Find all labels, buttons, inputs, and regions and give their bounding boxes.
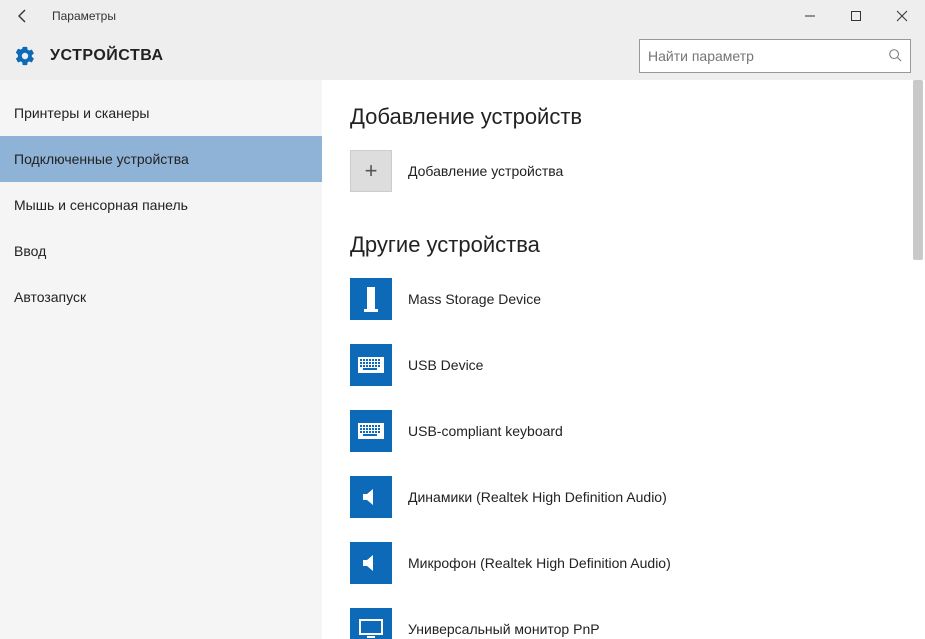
monitor-icon (350, 608, 392, 639)
section-other-title: Другие устройства (350, 232, 897, 258)
titlebar: Параметры (0, 0, 925, 32)
device-label: USB-compliant keyboard (408, 423, 563, 439)
section-add-title: Добавление устройств (350, 104, 897, 130)
device-label: Динамики (Realtek High Definition Audio) (408, 489, 667, 505)
main-panel: Добавление устройств + Добавление устрой… (322, 80, 925, 639)
device-row[interactable]: Универсальный монитор PnP (350, 608, 897, 639)
sidebar: Принтеры и сканеры Подключенные устройст… (0, 80, 322, 639)
device-row[interactable]: Микрофон (Realtek High Definition Audio) (350, 542, 897, 584)
sidebar-item-autorun[interactable]: Автозапуск (0, 274, 322, 320)
plus-icon: + (350, 150, 392, 192)
sidebar-item-printers[interactable]: Принтеры и сканеры (0, 90, 322, 136)
tower-icon (350, 278, 392, 320)
sidebar-item-connected-devices[interactable]: Подключенные устройства (0, 136, 322, 182)
sidebar-item-label: Мышь и сенсорная панель (14, 197, 188, 213)
sidebar-item-label: Ввод (14, 243, 46, 259)
device-row[interactable]: USB Device (350, 344, 897, 386)
sidebar-item-label: Автозапуск (14, 289, 86, 305)
device-label: Микрофон (Realtek High Definition Audio) (408, 555, 671, 571)
minimize-button[interactable] (787, 0, 833, 32)
device-label: Универсальный монитор PnP (408, 621, 600, 637)
device-row[interactable]: Mass Storage Device (350, 278, 897, 320)
window-title: Параметры (46, 9, 116, 23)
header: УСТРОЙСТВА (0, 32, 925, 80)
device-row[interactable]: USB-compliant keyboard (350, 410, 897, 452)
device-label: USB Device (408, 357, 483, 373)
device-row[interactable]: Динамики (Realtek High Definition Audio) (350, 476, 897, 518)
gear-icon (14, 45, 36, 67)
sidebar-item-label: Принтеры и сканеры (14, 105, 149, 121)
device-label: Mass Storage Device (408, 291, 541, 307)
page-title: УСТРОЙСТВА (50, 47, 164, 65)
scrollbar[interactable] (913, 80, 923, 260)
speaker-icon (350, 476, 392, 518)
add-device-button[interactable]: + Добавление устройства (350, 150, 897, 192)
maximize-button[interactable] (833, 0, 879, 32)
window-controls (787, 0, 925, 32)
close-button[interactable] (879, 0, 925, 32)
search-input[interactable] (648, 48, 888, 64)
speaker-icon (350, 542, 392, 584)
keyboard-icon (350, 410, 392, 452)
sidebar-item-label: Подключенные устройства (14, 151, 189, 167)
back-button[interactable] (0, 0, 46, 32)
sidebar-item-input[interactable]: Ввод (0, 228, 322, 274)
keyboard-icon (350, 344, 392, 386)
sidebar-item-mouse[interactable]: Мышь и сенсорная панель (0, 182, 322, 228)
search-box[interactable] (639, 39, 911, 73)
search-icon (888, 48, 902, 65)
content: Принтеры и сканеры Подключенные устройст… (0, 80, 925, 639)
add-device-label: Добавление устройства (408, 163, 563, 179)
